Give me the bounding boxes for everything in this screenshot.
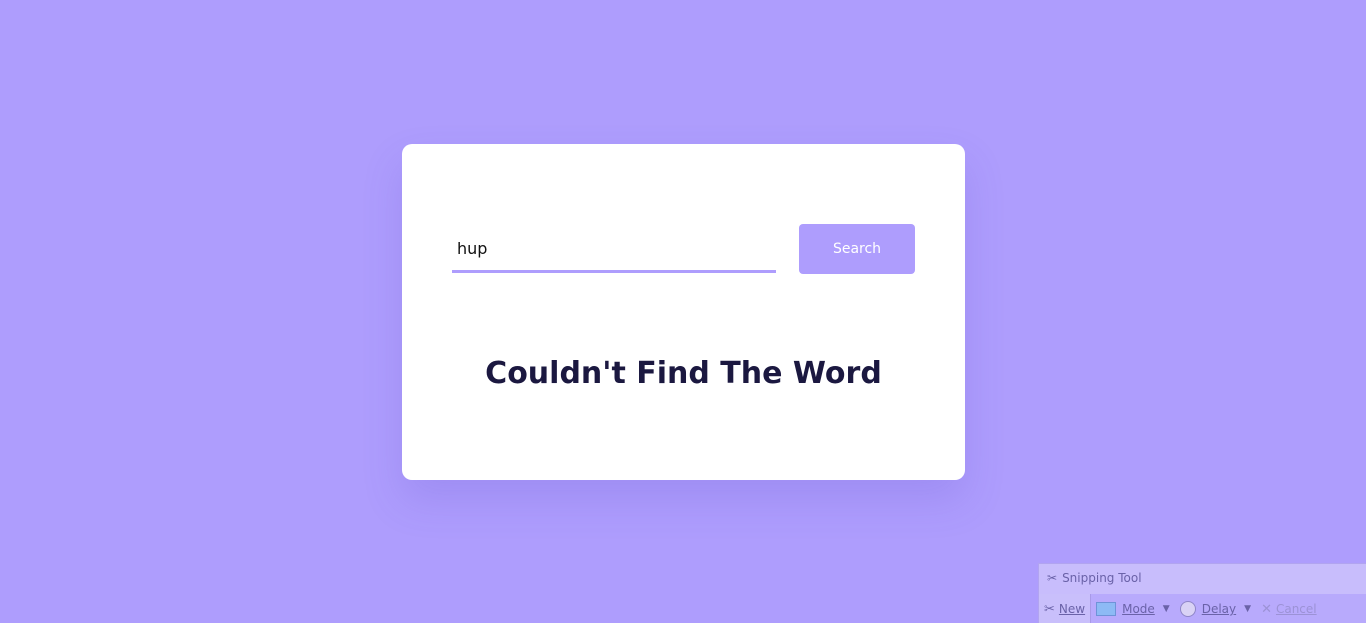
mode-button[interactable]: Mode ▼: [1091, 594, 1175, 623]
delay-button[interactable]: Delay ▼: [1175, 594, 1256, 623]
chevron-down-icon[interactable]: ▼: [1244, 604, 1251, 614]
mode-label: Mode: [1122, 602, 1155, 616]
dictionary-card: Search Couldn't Find The Word: [402, 144, 965, 480]
page: Search Couldn't Find The Word ✂ Snipping…: [0, 0, 1366, 623]
clock-icon: [1179, 601, 1196, 617]
new-snip-label: New: [1058, 602, 1086, 616]
snipping-tool-titlebar: ✂ Snipping Tool: [1039, 564, 1366, 592]
scissors-icon: ✂: [1044, 601, 1055, 617]
chevron-down-icon[interactable]: ▼: [1163, 604, 1170, 614]
cancel-label: Cancel: [1275, 602, 1317, 616]
snipping-tool-title: Snipping Tool: [1062, 571, 1142, 585]
search-button[interactable]: Search: [799, 224, 915, 274]
cancel-button[interactable]: ✕ Cancel: [1256, 594, 1322, 623]
close-icon: ✕: [1261, 601, 1272, 617]
result-message: Couldn't Find The Word: [485, 356, 882, 391]
delay-label: Delay: [1201, 602, 1237, 616]
snipping-tool-toolbar: ✂ New Mode ▼ Delay ▼ ✕ Cancel: [1039, 594, 1366, 623]
scissors-icon: ✂: [1047, 571, 1058, 585]
window-mode-icon: [1096, 602, 1117, 616]
search-input[interactable]: [452, 226, 776, 273]
new-snip-button[interactable]: ✂ New: [1039, 594, 1092, 623]
snipping-tool-window: ✂ Snipping Tool ✂ New Mode ▼ Delay ▼ ✕ C…: [1038, 563, 1366, 623]
